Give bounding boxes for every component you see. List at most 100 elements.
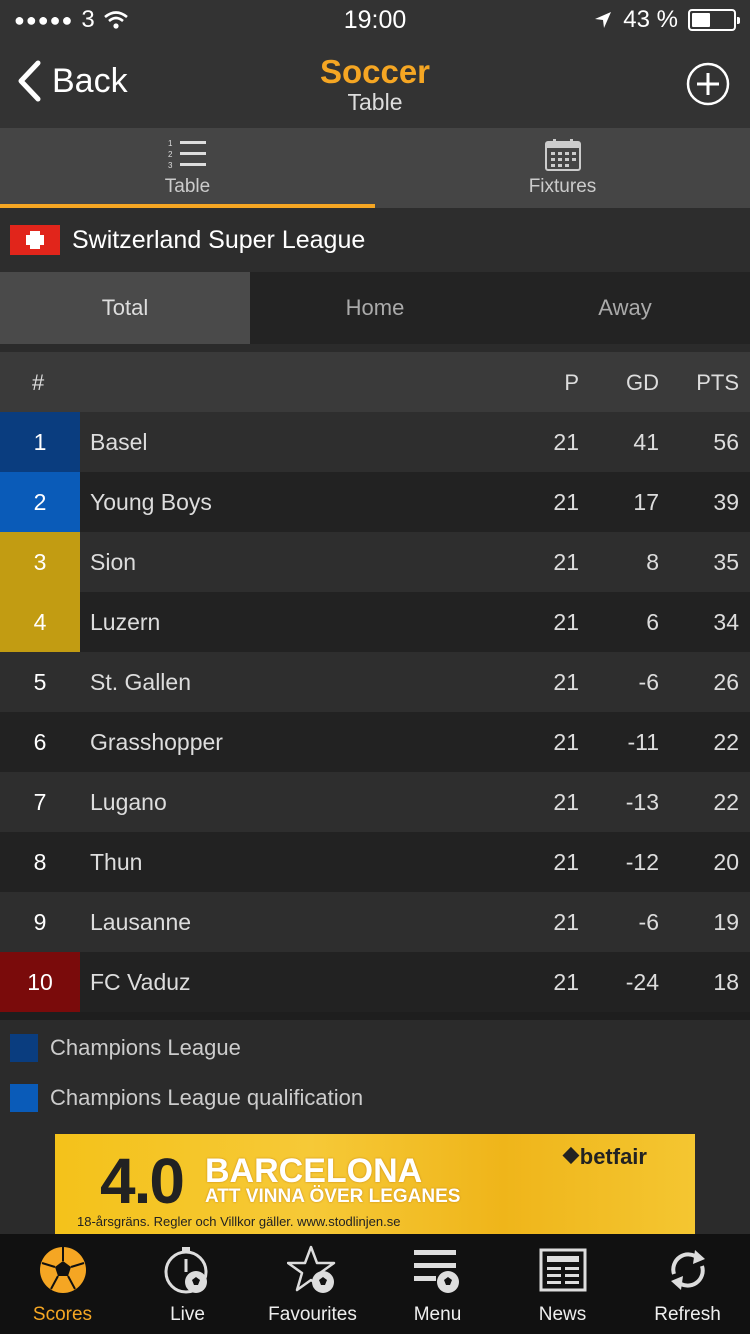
segment-away[interactable]: Away [500, 272, 750, 344]
header-played: P [564, 370, 579, 395]
view-tabs: 1 2 3 Table Fixtures [0, 128, 750, 208]
played-cell: 21 [553, 909, 579, 935]
table-divider [0, 1012, 750, 1020]
status-right: 43 % [593, 6, 740, 34]
table-row[interactable]: 9 Lausanne 21 -6 19 [0, 892, 750, 952]
svg-text:3: 3 [168, 161, 173, 170]
legend-item: Champions League qualification [10, 1084, 363, 1112]
team-name-cell: Lugano [90, 789, 167, 815]
bottom-tab-news[interactable]: News [500, 1234, 625, 1334]
tab-fixtures[interactable]: Fixtures [375, 128, 750, 208]
position-cell: 5 [33, 668, 47, 695]
table-row[interactable]: 5 St. Gallen 21 -6 26 [0, 652, 750, 712]
team-name-cell: FC Vaduz [90, 969, 191, 995]
table-row[interactable]: 1 Basel 21 41 56 [0, 412, 750, 472]
points-cell: 22 [713, 789, 739, 815]
ad-subline: ATT VINNA ÖVER LEGANES [205, 1186, 461, 1207]
bottom-tab-live[interactable]: Live [125, 1234, 250, 1334]
goal-difference-cell: -6 [638, 669, 659, 695]
add-favourite-button[interactable] [686, 62, 730, 106]
bottom-tab-label: Scores [32, 1304, 93, 1325]
table-row[interactable]: 6 Grasshopper 21 -11 22 [0, 712, 750, 772]
bottom-tab-favourites[interactable]: Favourites [250, 1234, 375, 1334]
position-cell: 9 [33, 908, 47, 935]
points-cell: 39 [713, 489, 739, 515]
played-cell: 21 [553, 789, 579, 815]
league-name: Switzerland Super League [72, 225, 366, 254]
menu-ball-icon [413, 1250, 459, 1293]
bottom-tab-label: Favourites [268, 1304, 357, 1325]
ad-fine-print: 18-årsgräns. Regler och Villkor gäller. … [77, 1214, 401, 1229]
ad-brand: betfair [579, 1144, 647, 1169]
points-cell: 20 [713, 849, 739, 875]
position-cell: 2 [0, 472, 80, 532]
segment-home[interactable]: Home [250, 272, 500, 344]
position-cell: 3 [0, 532, 80, 592]
league-header: Switzerland Super League [0, 208, 750, 272]
table-row[interactable]: 3 Sion 21 8 35 [0, 532, 750, 592]
points-cell: 34 [713, 609, 739, 635]
table-row[interactable]: 2 Young Boys 21 17 39 [0, 472, 750, 532]
betfair-logo: ⯁betfair [562, 1144, 647, 1169]
bottom-tab-refresh[interactable]: Refresh [625, 1234, 750, 1334]
played-cell: 21 [553, 429, 579, 455]
points-cell: 18 [713, 969, 739, 995]
team-name-cell: Basel [90, 429, 148, 455]
wifi-icon [103, 11, 128, 29]
stopwatch-ball-icon [164, 1247, 207, 1294]
table-row[interactable]: 8 Thun 21 -12 20 [0, 832, 750, 892]
betting-ad-banner[interactable]: 4.0 BARCELONA ATT VINNA ÖVER LEGANES ⯁be… [55, 1134, 695, 1234]
bottom-tab-label: News [538, 1304, 587, 1325]
table-row[interactable]: 4 Luzern 21 6 34 [0, 592, 750, 652]
battery-icon [688, 9, 740, 31]
status-left: ●●●●● 3 [14, 6, 129, 34]
position-cell: 10 [0, 952, 80, 1012]
legend-label: Champions League qualification [50, 1085, 364, 1110]
goal-difference-cell: 41 [633, 429, 659, 455]
signal-icon: ●●●●● [14, 9, 74, 30]
table-header: # P GD PTS [0, 352, 750, 412]
tab-fixtures-label: Fixtures [528, 176, 597, 197]
header-points: PTS [696, 370, 739, 395]
bottom-tab-label: Refresh [654, 1304, 721, 1325]
tab-table[interactable]: 1 2 3 Table [0, 128, 375, 208]
played-cell: 21 [553, 549, 579, 575]
goal-difference-cell: -13 [625, 789, 659, 815]
team-name-cell: Grasshopper [90, 729, 223, 755]
position-cell: 4 [0, 592, 80, 652]
newspaper-icon [539, 1248, 586, 1292]
goal-difference-cell: -6 [638, 909, 659, 935]
refresh-icon [670, 1250, 705, 1290]
legend-label: Champions League [50, 1035, 241, 1060]
goal-difference-cell: -24 [625, 969, 659, 995]
played-cell: 21 [553, 969, 579, 995]
bottom-tab-menu[interactable]: Menu [375, 1234, 500, 1334]
legend-item: Champions League [10, 1034, 241, 1062]
navigation-bar: Back Soccer Table [0, 40, 750, 128]
goal-difference-cell: -12 [625, 849, 659, 875]
legend-swatch [10, 1034, 38, 1062]
bottom-tab-label: Live [170, 1304, 205, 1325]
played-cell: 21 [553, 609, 579, 635]
played-cell: 21 [553, 849, 579, 875]
team-name-cell: Lausanne [90, 909, 192, 935]
table-filter-segment: Total Home Away [0, 272, 750, 344]
position-cell: 6 [33, 728, 47, 755]
segment-total[interactable]: Total [0, 272, 250, 344]
goal-difference-cell: 17 [633, 489, 659, 515]
ad-odds: 4.0 [100, 1145, 185, 1217]
team-name-cell: Thun [90, 849, 143, 875]
team-name-cell: Young Boys [90, 489, 212, 515]
team-name-cell: Luzern [90, 609, 161, 635]
svg-text:2: 2 [168, 150, 173, 159]
points-cell: 22 [713, 729, 739, 755]
table-row[interactable]: 10 FC Vaduz 21 -24 18 [0, 952, 750, 1012]
page-title: Soccer [319, 53, 431, 90]
soccer-ball-icon [39, 1247, 86, 1293]
position-cell: 1 [0, 412, 80, 472]
played-cell: 21 [553, 489, 579, 515]
bottom-tab-scores[interactable]: Scores [0, 1234, 125, 1334]
table-row[interactable]: 7 Lugano 21 -13 22 [0, 772, 750, 832]
status-bar: ●●●●● 3 19:00 43 % [0, 0, 750, 40]
carrier-label: 3 [81, 6, 95, 33]
